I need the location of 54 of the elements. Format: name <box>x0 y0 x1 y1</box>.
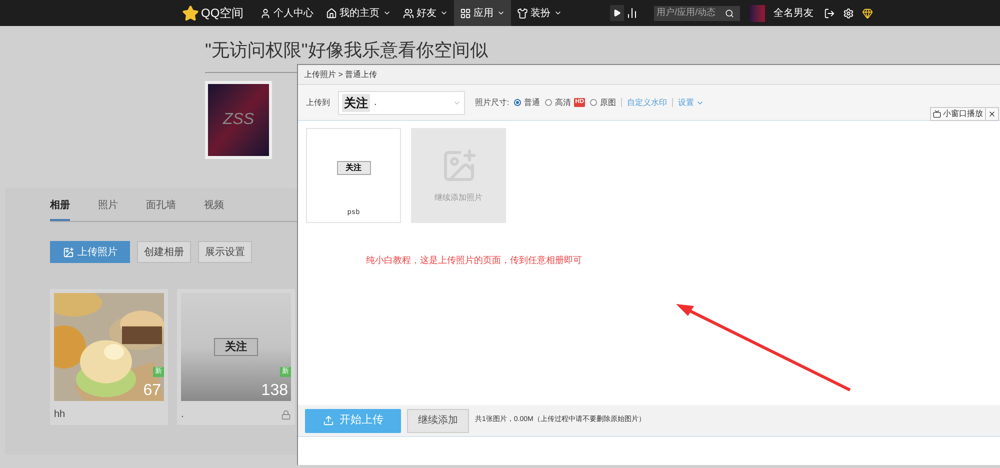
follow-label: 关注 <box>214 338 258 356</box>
upload-icon <box>322 415 334 426</box>
logo-text: QQ空间 <box>201 5 244 22</box>
size-radio[interactable]: 普通 <box>514 96 540 108</box>
album-tab[interactable]: 照片 <box>98 198 118 221</box>
nav-item[interactable]: 个人中心 <box>254 0 320 26</box>
search-icon <box>724 8 734 18</box>
play-button[interactable] <box>610 5 624 21</box>
caret-icon <box>496 9 505 17</box>
photo-count: 67 <box>143 381 161 401</box>
photo-count: 138 <box>261 381 288 401</box>
settings-icon[interactable] <box>842 8 854 18</box>
close-icon <box>988 110 996 118</box>
size-radio[interactable]: 原图 <box>590 96 616 108</box>
nav-item[interactable]: 我的主页 <box>320 0 397 26</box>
annotation-text: 纯小白教程，这是上传照片的页面，传到任意相册即可 <box>366 254 582 267</box>
album-tab[interactable]: 视频 <box>204 198 224 221</box>
album-name: . <box>181 408 184 422</box>
search-field[interactable]: 用户/应用/动态 <box>654 6 740 20</box>
caret-icon <box>382 9 391 17</box>
logout-icon[interactable] <box>824 8 835 18</box>
people-icon <box>402 8 414 18</box>
nav-item[interactable]: 装扮 <box>510 0 568 26</box>
equalizer-icon[interactable] <box>626 7 638 19</box>
home-icon <box>326 8 337 18</box>
breadcrumb: 上传照片 > 普通上传 <box>304 68 378 80</box>
album-select[interactable]: 关注 . <box>338 90 465 114</box>
album-tab[interactable]: 面孔墙 <box>146 198 176 221</box>
album-thumbnail-text: 关注 <box>342 94 370 112</box>
tv-icon <box>933 110 941 118</box>
avatar-text: ZSS <box>222 110 254 130</box>
nav-item[interactable]: 好友 <box>396 0 454 26</box>
album-action-button[interactable]: 展示设置 <box>198 241 252 263</box>
image-icon <box>62 246 74 258</box>
album-action-button[interactable]: 创建相册 <box>137 241 191 263</box>
profile-title: "无访问权限"好像我乐意看你空间似 <box>205 39 489 62</box>
album-select-value: . <box>374 96 377 110</box>
username[interactable]: 全名男友 <box>774 6 814 20</box>
thumbnail-text: 关注 <box>336 161 370 176</box>
grid-icon <box>460 8 471 18</box>
star-logo-icon <box>182 4 199 22</box>
size-label: 照片尺寸: <box>475 96 510 108</box>
album-tab[interactable]: 相册 <box>50 198 70 221</box>
album-name: hh <box>54 408 66 422</box>
lock-icon <box>281 410 291 420</box>
person-icon <box>260 8 271 18</box>
caret-icon <box>554 9 562 17</box>
add-more-button[interactable]: 继续添加 <box>407 408 469 432</box>
play-icon <box>612 9 621 17</box>
diamond-icon[interactable] <box>862 8 873 18</box>
nav-item[interactable]: 应用 <box>454 0 511 26</box>
target-label: 上传到 <box>306 96 330 108</box>
shirt-icon <box>516 8 528 18</box>
caret-icon <box>440 9 448 17</box>
